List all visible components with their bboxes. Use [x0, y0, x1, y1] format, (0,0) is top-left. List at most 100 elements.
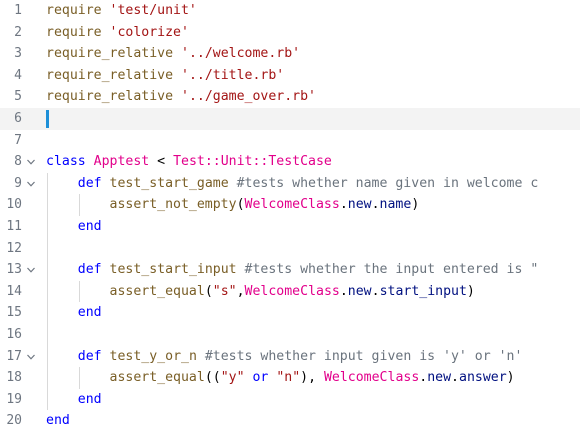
code-token: '../game_over.rb' — [181, 89, 316, 105]
code-token: ) — [411, 197, 420, 213]
code-line[interactable]: 10 assert_not_empty(WelcomeClass.new.nam… — [0, 194, 580, 216]
line-number: 12 — [6, 240, 22, 256]
code-line[interactable]: 11 end — [0, 216, 580, 238]
line-number: 6 — [14, 111, 22, 126]
line-number: 19 — [6, 391, 22, 407]
code-token: new — [347, 283, 372, 299]
code-token: ) — [466, 283, 475, 299]
fold-chevron-icon[interactable] — [24, 151, 38, 173]
code-token: WelcomeClass — [244, 283, 340, 299]
line-number: 1 — [14, 3, 22, 18]
code-token: require_relative — [46, 46, 174, 62]
code-line[interactable]: 2 require 'colorize' — [0, 22, 580, 44]
code-editor[interactable]: 1 require 'test/unit' 2 require 'colorize' 3… — [0, 0, 580, 438]
fold-chevron-icon[interactable] — [24, 346, 38, 368]
code-line[interactable]: 12 — [0, 238, 580, 260]
code-line[interactable]: 13 def test_start_input #tests whether t… — [0, 259, 580, 281]
code-text: end — [46, 302, 102, 324]
code-token: start_input — [379, 283, 467, 299]
code-token: "n" — [276, 370, 301, 386]
line-number: 10 — [6, 197, 22, 213]
line-number: 5 — [14, 89, 22, 105]
code-token: test_y_or_n — [109, 348, 197, 364]
code-token: "s" — [212, 283, 237, 299]
code-line[interactable]: 8 class Apptest < Test::Unit::TestCase — [0, 151, 580, 173]
code-token: '../title.rb' — [181, 67, 285, 83]
code-token: answer — [459, 370, 507, 386]
code-token: ) — [506, 370, 515, 386]
code-text: class Apptest < Test::Unit::TestCase — [46, 151, 332, 173]
line-number: 4 — [14, 67, 22, 83]
fold-chevron-icon[interactable] — [24, 173, 38, 195]
code-token: new — [427, 370, 452, 386]
code-token: 'test/unit' — [109, 3, 197, 18]
code-text: require_relative '../welcome.rb' — [46, 43, 300, 65]
code-token: ), — [300, 370, 324, 386]
code-token: end — [77, 219, 102, 234]
code-text: require_relative '../game_over.rb' — [46, 86, 316, 108]
code-token: WelcomeClass — [323, 370, 420, 386]
code-token: . — [451, 370, 459, 386]
line-number: 20 — [6, 413, 22, 429]
code-token: require_relative — [46, 89, 174, 105]
code-token: ( — [236, 197, 245, 213]
code-line[interactable]: 6 — [0, 108, 580, 130]
line-number: 3 — [14, 46, 22, 62]
code-token: def — [77, 348, 102, 364]
text-cursor — [46, 110, 49, 128]
code-line[interactable]: 20 end — [0, 410, 580, 432]
code-line[interactable]: 7 — [0, 130, 580, 152]
code-text: require 'colorize' — [46, 22, 189, 44]
code-line[interactable]: 16 — [0, 324, 580, 346]
code-token: '../welcome.rb' — [181, 46, 301, 62]
code-text: def test_start_input #tests whether the … — [46, 259, 539, 281]
code-token: test_start_input — [109, 262, 237, 278]
code-token: require_relative — [46, 67, 174, 83]
code-token: name — [379, 197, 412, 213]
code-token: class — [46, 154, 86, 170]
line-number: 2 — [14, 24, 22, 40]
code-token: def — [77, 175, 102, 191]
indent-guide — [79, 367, 80, 389]
line-number: 11 — [6, 219, 22, 234]
code-text: end — [46, 216, 102, 238]
code-line[interactable]: 5 require_relative '../game_over.rb' — [0, 86, 580, 108]
code-token: . — [339, 197, 348, 213]
code-line[interactable]: 15 end — [0, 302, 580, 324]
code-token: assert_not_empty — [109, 197, 237, 213]
fold-chevron-icon[interactable] — [24, 259, 38, 281]
code-line[interactable]: 3 require_relative '../welcome.rb' — [0, 43, 580, 65]
code-line[interactable]: 9 def test_start_game #tests whether nam… — [0, 173, 580, 195]
code-token: end — [46, 413, 70, 429]
line-number: 17 — [6, 348, 22, 364]
code-token: Apptest — [93, 154, 150, 170]
code-token: ( — [204, 283, 213, 299]
code-token: test_start_game — [109, 175, 229, 191]
code-line[interactable]: 18 assert_equal(("y" or "n"), WelcomeCla… — [0, 367, 580, 389]
code-token: < — [149, 154, 174, 170]
code-line[interactable]: 19 end — [0, 389, 580, 411]
code-token: . — [371, 283, 380, 299]
line-number: 13 — [6, 262, 22, 278]
code-line[interactable]: 17 def test_y_or_n #tests whether input … — [0, 346, 580, 368]
code-line[interactable]: 1 require 'test/unit' — [0, 0, 580, 22]
code-line[interactable]: 14 assert_equal("s",WelcomeClass.new.sta… — [0, 281, 580, 303]
code-line[interactable]: 4 require_relative '../title.rb' — [0, 65, 580, 87]
code-text: end — [46, 410, 70, 432]
line-number: 15 — [6, 305, 22, 321]
line-number: 14 — [6, 283, 22, 299]
